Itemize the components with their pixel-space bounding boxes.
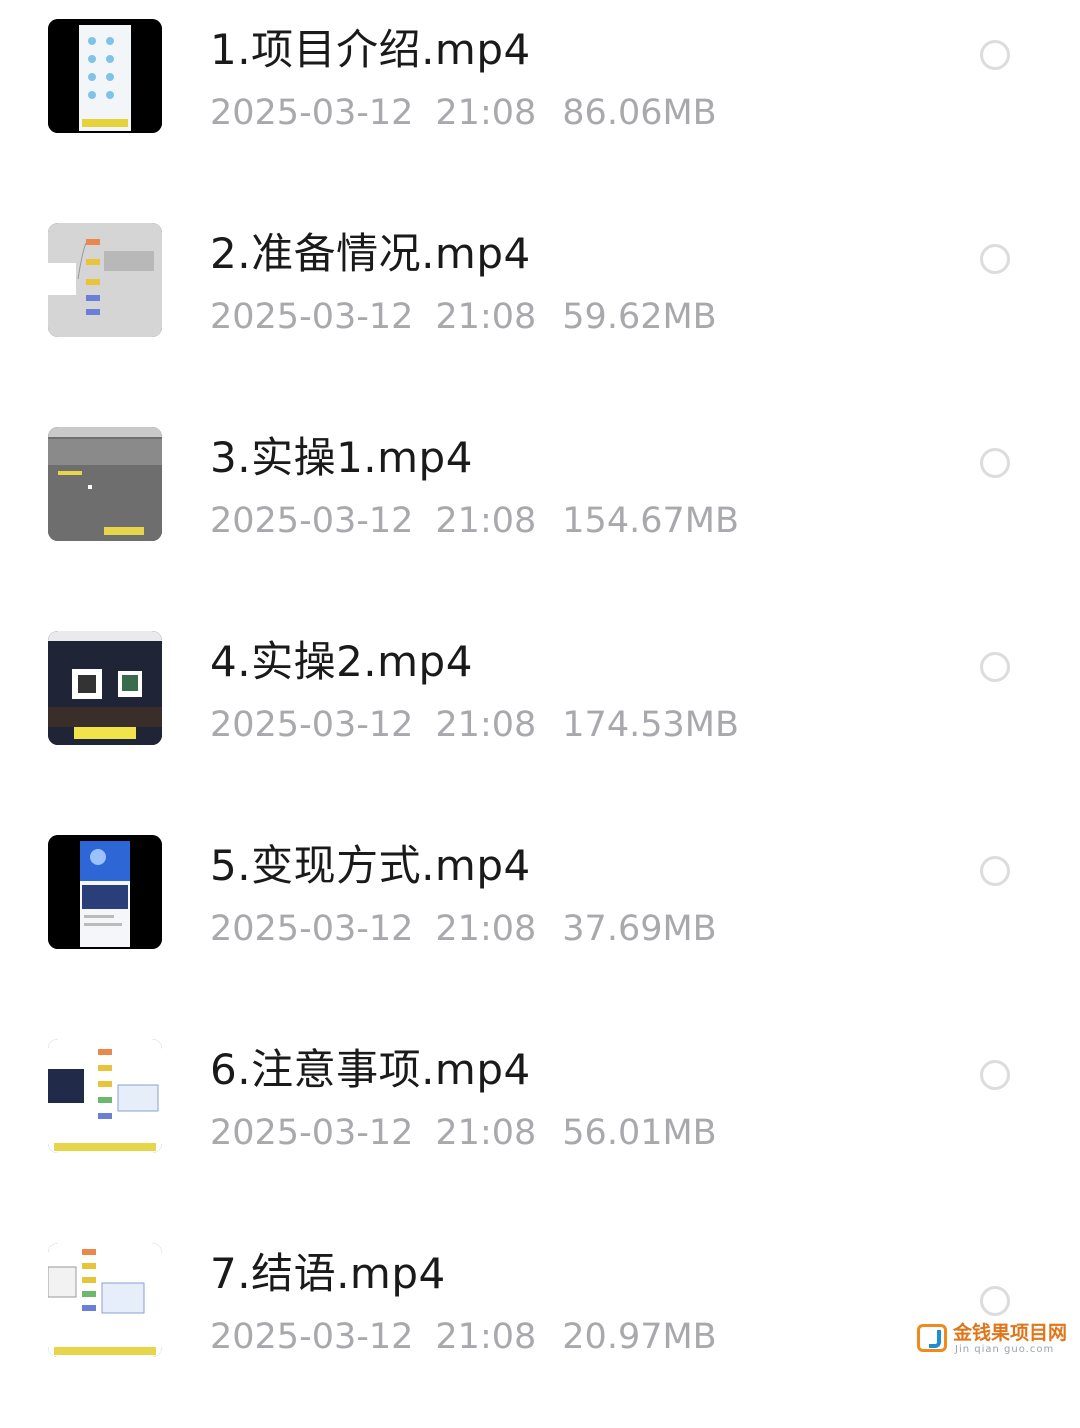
video-thumbnail	[48, 631, 162, 745]
video-thumbnail	[48, 427, 162, 541]
file-meta: 2025-03-12 21:08 56.01MB	[210, 1108, 717, 1158]
file-time: 21:08	[435, 93, 537, 133]
file-name: 1.项目介绍.mp4	[210, 25, 531, 74]
file-meta: 2025-03-12 21:08 37.69MB	[210, 904, 717, 954]
video-thumbnail	[48, 223, 162, 337]
select-radio[interactable]	[980, 856, 1010, 886]
file-time: 21:08	[435, 909, 537, 949]
file-name: 2.准备情况.mp4	[210, 229, 531, 278]
file-time: 21:08	[435, 501, 537, 541]
watermark-logo: 金钱果项目网 Jin qian guo.com	[915, 1322, 1080, 1356]
file-meta: 2025-03-12 21:08 59.62MB	[210, 292, 717, 342]
file-time: 21:08	[435, 705, 537, 745]
file-row[interactable]: 1.项目介绍.mp4 2025-03-12 21:08 86.06MB	[0, 0, 1080, 204]
select-radio[interactable]	[980, 652, 1010, 682]
video-thumbnail	[48, 1039, 162, 1153]
select-radio[interactable]	[980, 1060, 1010, 1090]
file-row[interactable]: 4.实操2.mp4 2025-03-12 21:08 174.53MB	[0, 612, 1080, 816]
select-radio[interactable]	[980, 40, 1010, 70]
file-date: 2025-03-12	[210, 501, 414, 541]
file-meta: 2025-03-12 21:08 174.53MB	[210, 700, 739, 750]
video-thumbnail	[48, 19, 162, 133]
file-size: 56.01MB	[562, 1113, 717, 1153]
file-time: 21:08	[435, 297, 537, 337]
file-row[interactable]: 6.注意事项.mp4 2025-03-12 21:08 56.01MB	[0, 1020, 1080, 1224]
file-date: 2025-03-12	[210, 909, 414, 949]
file-date: 2025-03-12	[210, 1113, 414, 1153]
select-radio[interactable]	[980, 448, 1010, 478]
file-size: 86.06MB	[562, 93, 717, 133]
file-size: 59.62MB	[562, 297, 717, 337]
file-date: 2025-03-12	[210, 93, 414, 133]
file-date: 2025-03-12	[210, 1317, 414, 1357]
file-meta: 2025-03-12 21:08 154.67MB	[210, 496, 739, 546]
file-size: 174.53MB	[562, 705, 739, 745]
file-row[interactable]: 2.准备情况.mp4 2025-03-12 21:08 59.62MB	[0, 204, 1080, 408]
file-name: 6.注意事项.mp4	[210, 1045, 531, 1094]
file-size: 37.69MB	[562, 909, 717, 949]
video-thumbnail	[48, 1243, 162, 1357]
video-thumbnail	[48, 835, 162, 949]
watermark-title: 金钱果项目网	[953, 1322, 1068, 1344]
select-radio[interactable]	[980, 1286, 1010, 1316]
select-radio[interactable]	[980, 244, 1010, 274]
file-time: 21:08	[435, 1317, 537, 1357]
file-name: 5.变现方式.mp4	[210, 841, 531, 890]
file-size: 154.67MB	[562, 501, 739, 541]
file-meta: 2025-03-12 21:08 20.97MB	[210, 1312, 717, 1362]
file-list: 1.项目介绍.mp4 2025-03-12 21:08 86.06MB 2.准备情况…	[0, 0, 1080, 1357]
file-name: 3.实操1.mp4	[210, 433, 473, 482]
file-row[interactable]: 5.变现方式.mp4 2025-03-12 21:08 37.69MB	[0, 816, 1080, 1020]
file-name: 7.结语.mp4	[210, 1249, 446, 1298]
file-name: 4.实操2.mp4	[210, 637, 473, 686]
brand-logo-icon	[917, 1324, 947, 1352]
file-date: 2025-03-12	[210, 297, 414, 337]
file-size: 20.97MB	[562, 1317, 717, 1357]
file-time: 21:08	[435, 1113, 537, 1153]
watermark-subtitle: Jin qian guo.com	[955, 1344, 1055, 1355]
file-row[interactable]: 3.实操1.mp4 2025-03-12 21:08 154.67MB	[0, 408, 1080, 612]
file-date: 2025-03-12	[210, 705, 414, 745]
file-meta: 2025-03-12 21:08 86.06MB	[210, 88, 717, 138]
